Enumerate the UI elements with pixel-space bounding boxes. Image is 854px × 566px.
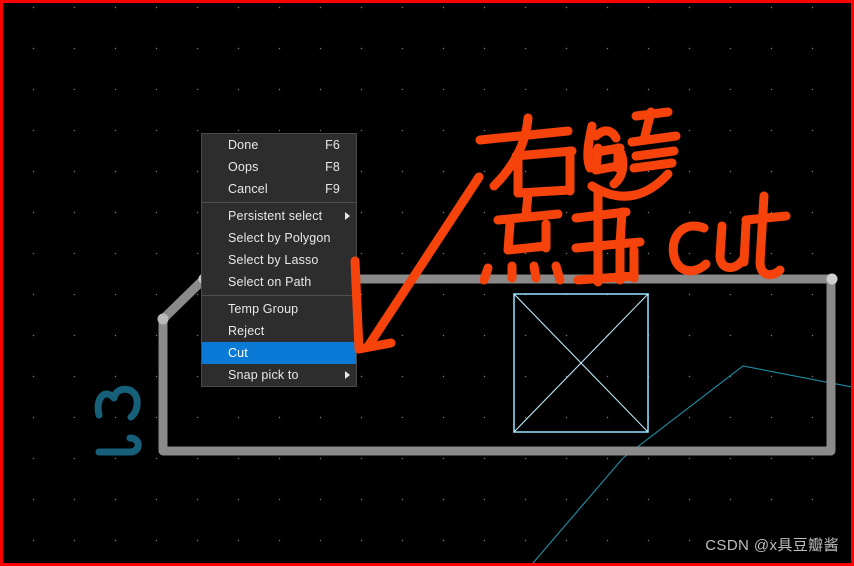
menu-item-label: Reject bbox=[228, 324, 265, 338]
menu-item-accelerator: F8 bbox=[325, 160, 340, 174]
menu-item-accelerator: F9 bbox=[325, 182, 340, 196]
menu-item-label: Oops bbox=[228, 160, 259, 174]
canvas-graphics-layer bbox=[94, 273, 851, 563]
menu-item-label: Select on Path bbox=[228, 275, 312, 289]
menu-item-label: Cut bbox=[228, 346, 248, 360]
right-click-context-menu[interactable]: Done F6 Oops F8 Cancel F9 Persistent sel… bbox=[201, 133, 357, 387]
menu-item-accelerator: F6 bbox=[325, 138, 340, 152]
menu-item-select-by-lasso[interactable]: Select by Lasso bbox=[202, 249, 356, 271]
menu-item-reject[interactable]: Reject bbox=[202, 320, 356, 342]
refdes-j3 bbox=[94, 385, 142, 456]
menu-item-cut[interactable]: Cut bbox=[202, 342, 356, 364]
menu-item-temp-group[interactable]: Temp Group bbox=[202, 298, 356, 320]
menu-item-label: Done bbox=[228, 138, 259, 152]
component-x-box[interactable] bbox=[513, 293, 649, 433]
menu-item-label: Snap pick to bbox=[228, 368, 299, 382]
menu-item-label: Persistent select bbox=[228, 209, 323, 223]
menu-item-select-on-path[interactable]: Select on Path bbox=[202, 271, 356, 293]
menu-item-label: Cancel bbox=[228, 182, 268, 196]
menu-item-oops[interactable]: Oops F8 bbox=[202, 156, 356, 178]
csdn-watermark: CSDN @x具豆瓣酱 bbox=[705, 537, 839, 554]
application-window: Done F6 Oops F8 Cancel F9 Persistent sel… bbox=[0, 0, 854, 566]
menu-item-label: Temp Group bbox=[228, 302, 299, 316]
menu-separator bbox=[202, 295, 356, 296]
menu-item-label: Select by Polygon bbox=[228, 231, 331, 245]
submenu-arrow-icon bbox=[345, 371, 350, 379]
submenu-arrow-icon bbox=[345, 212, 350, 220]
menu-separator bbox=[202, 202, 356, 203]
menu-item-label: Select by Lasso bbox=[228, 253, 319, 267]
menu-item-snap-pick-to[interactable]: Snap pick to bbox=[202, 364, 356, 386]
menu-item-persistent-select[interactable]: Persistent select bbox=[202, 205, 356, 227]
menu-item-done[interactable]: Done F6 bbox=[202, 134, 356, 156]
cad-drawing-canvas[interactable]: Done F6 Oops F8 Cancel F9 Persistent sel… bbox=[3, 3, 851, 563]
menu-item-cancel[interactable]: Cancel F9 bbox=[202, 178, 356, 200]
menu-item-select-by-polygon[interactable]: Select by Polygon bbox=[202, 227, 356, 249]
